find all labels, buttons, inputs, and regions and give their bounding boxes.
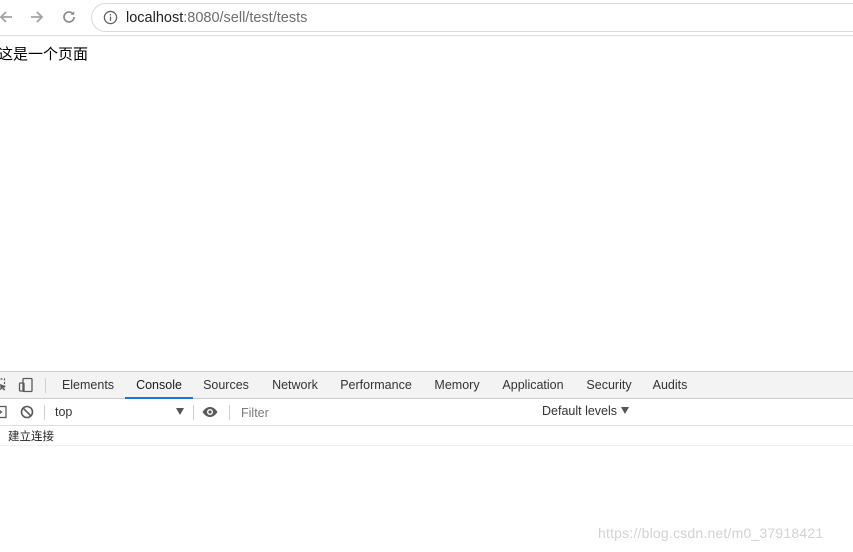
reload-button[interactable] xyxy=(57,5,81,29)
toolbar-divider xyxy=(229,405,230,420)
arrow-right-icon xyxy=(31,11,44,23)
device-toolbar-icon[interactable] xyxy=(17,376,35,394)
tab-console[interactable]: Console xyxy=(125,372,193,399)
toolbar-divider xyxy=(193,405,194,420)
console-toolbar: top Default levels xyxy=(0,399,853,426)
toolbar-divider xyxy=(45,378,46,393)
inspect-element-icon[interactable] xyxy=(0,376,9,394)
sidebar-toggle-icon[interactable] xyxy=(0,403,9,421)
reload-icon xyxy=(63,11,75,23)
tab-security[interactable]: Security xyxy=(579,372,639,399)
back-button[interactable] xyxy=(0,5,18,29)
url-host: localhost xyxy=(126,10,184,26)
console-output: 建立连接 xyxy=(0,427,853,446)
tab-network[interactable]: Network xyxy=(264,372,326,399)
clear-console-icon[interactable] xyxy=(18,403,36,421)
page-text: 这是一个页面 xyxy=(0,45,89,63)
arrow-left-icon xyxy=(0,11,12,23)
tab-elements[interactable]: Elements xyxy=(54,372,122,399)
context-selector[interactable]: top xyxy=(48,403,190,422)
filter-input[interactable] xyxy=(236,403,534,422)
forward-button[interactable] xyxy=(25,5,49,29)
tab-memory[interactable]: Memory xyxy=(427,372,487,399)
devtools-tab-bar: Elements Console Sources Network Perform… xyxy=(0,372,853,399)
url-path: :8080/sell/test/tests xyxy=(183,10,308,26)
toolbar-divider xyxy=(44,405,45,420)
dropdown-arrow-icon xyxy=(621,407,630,414)
tab-sources[interactable]: Sources xyxy=(196,372,256,399)
watermark: https://blog.csdn.net/m0_37918421 xyxy=(598,525,824,541)
address-bar[interactable]: localhost:8080/sell/test/tests xyxy=(91,3,853,32)
context-value: top xyxy=(55,405,73,419)
info-icon[interactable] xyxy=(103,10,118,25)
eye-icon[interactable] xyxy=(201,403,219,421)
browser-toolbar: localhost:8080/sell/test/tests xyxy=(0,0,853,36)
url-text[interactable]: localhost:8080/sell/test/tests xyxy=(126,9,307,27)
dropdown-arrow-icon xyxy=(176,408,184,415)
console-message: 建立连接 xyxy=(0,427,853,446)
page-viewport: 这是一个页面 xyxy=(0,36,853,371)
tab-performance[interactable]: Performance xyxy=(334,372,418,399)
log-levels-label: Default levels xyxy=(542,404,618,418)
tab-audits[interactable]: Audits xyxy=(646,372,694,399)
log-levels-dropdown[interactable]: Default levels xyxy=(542,403,630,422)
tab-application[interactable]: Application xyxy=(495,372,571,399)
